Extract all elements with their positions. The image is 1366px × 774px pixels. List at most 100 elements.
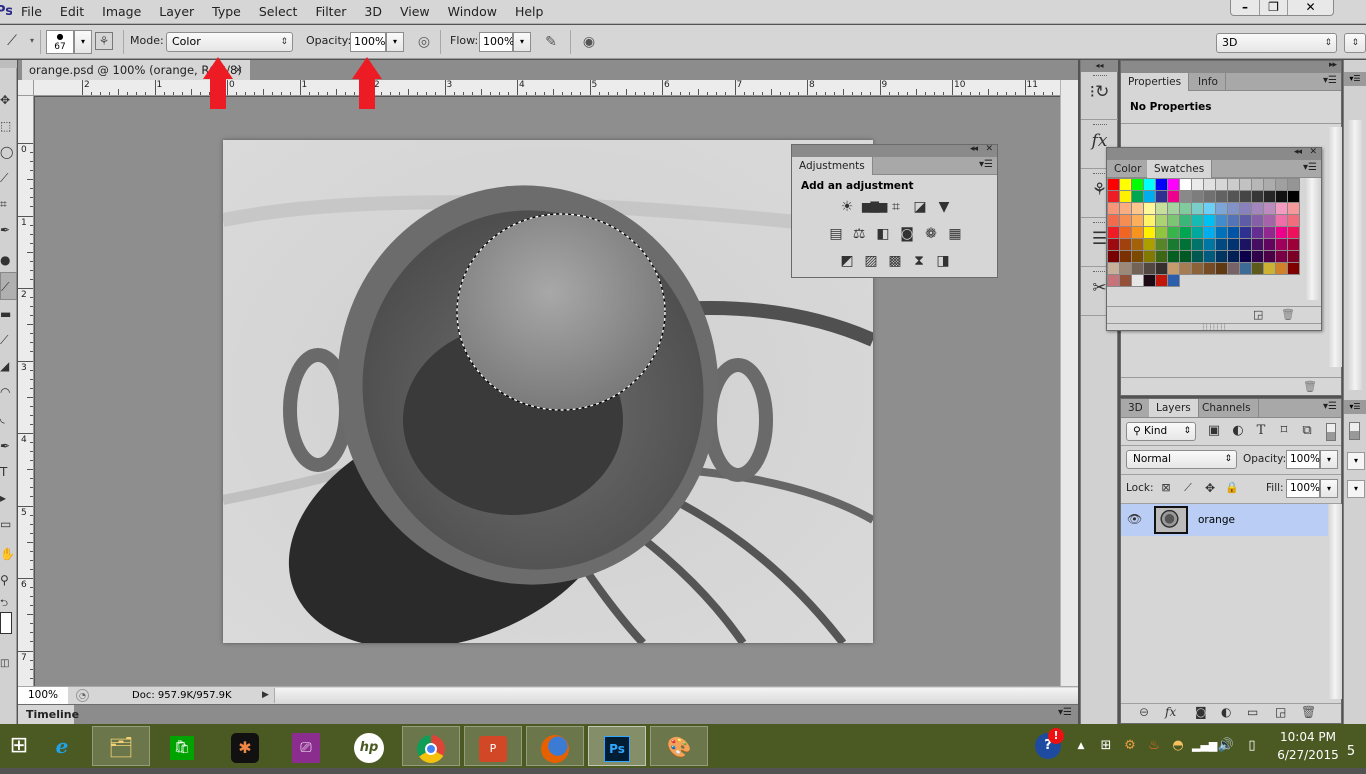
- new-adjustment-layer-icon[interactable]: ◐: [1221, 705, 1231, 719]
- expand-panel-icon[interactable]: ▸▸: [1329, 60, 1337, 70]
- color-swatch[interactable]: [1132, 191, 1144, 203]
- hand-tool[interactable]: ✋: [0, 540, 17, 568]
- color-swatch[interactable]: [1180, 251, 1192, 263]
- exposure-icon[interactable]: ◪: [911, 198, 929, 216]
- menu-type[interactable]: Type: [203, 0, 250, 24]
- color-swatch[interactable]: [1228, 251, 1240, 263]
- vibrance-icon[interactable]: ▼: [935, 198, 953, 216]
- fill-dropdown[interactable]: ▾: [1320, 479, 1338, 498]
- dock-dropdown[interactable]: ▾: [1347, 452, 1365, 470]
- document-canvas-image[interactable]: [223, 140, 873, 643]
- color-swatch[interactable]: [1264, 251, 1276, 263]
- panel-resize-grip[interactable]: ┆┆┆┆┆┆┆: [1107, 323, 1321, 331]
- ruler-origin[interactable]: [18, 80, 34, 96]
- color-swatch[interactable]: [1120, 239, 1132, 251]
- tab-info[interactable]: Info: [1191, 73, 1226, 91]
- color-swatch[interactable]: [1120, 203, 1132, 215]
- color-swatch[interactable]: [1216, 191, 1228, 203]
- color-swatch[interactable]: [1216, 239, 1228, 251]
- color-swatch[interactable]: [1240, 263, 1252, 275]
- color-swatch[interactable]: [1276, 215, 1288, 227]
- color-swatch[interactable]: [1288, 191, 1300, 203]
- color-swatch[interactable]: [1120, 275, 1132, 287]
- color-swatch[interactable]: [1180, 239, 1192, 251]
- color-swatch[interactable]: [1108, 191, 1120, 203]
- color-swatch[interactable]: [1192, 239, 1204, 251]
- photo-filter-icon[interactable]: ◙: [898, 225, 916, 243]
- color-swatch[interactable]: [1240, 251, 1252, 263]
- airbrush-icon[interactable]: ✎: [541, 32, 561, 52]
- color-swatch[interactable]: [1132, 227, 1144, 239]
- color-swatch[interactable]: [1108, 239, 1120, 251]
- pen-tool[interactable]: ✒: [0, 432, 17, 460]
- color-swatch[interactable]: [1144, 251, 1156, 263]
- color-swatch[interactable]: [1240, 203, 1252, 215]
- hue-saturation-icon[interactable]: ▤: [827, 225, 845, 243]
- menu-select[interactable]: Select: [250, 0, 307, 24]
- color-swatch[interactable]: [1120, 215, 1132, 227]
- lock-image-icon[interactable]: ⟋: [1180, 480, 1196, 496]
- file-explorer-icon[interactable]: 🗂: [92, 726, 150, 766]
- java-update-icon[interactable]: ♨: [1144, 724, 1164, 768]
- tool-preset-dropdown[interactable]: ▾: [22, 31, 42, 51]
- panel-menu-icon[interactable]: ▾☰: [979, 159, 993, 170]
- vertical-scrollbar[interactable]: [1060, 80, 1078, 686]
- pressure-opacity-icon[interactable]: ◎: [414, 32, 434, 52]
- new-group-folder-icon[interactable]: ▭: [1247, 705, 1258, 719]
- color-swatch[interactable]: [1228, 203, 1240, 215]
- color-swatch[interactable]: [1216, 179, 1228, 191]
- color-swatch[interactable]: [1264, 227, 1276, 239]
- show-hidden-icons-chevron[interactable]: ▲: [1074, 724, 1088, 768]
- black-white-icon[interactable]: ◧: [874, 225, 892, 243]
- color-swatch[interactable]: [1132, 263, 1144, 275]
- color-swatch[interactable]: [1144, 179, 1156, 191]
- tab-adjustments[interactable]: Adjustments: [792, 157, 873, 175]
- brush-tool-active[interactable]: ⟋: [0, 272, 17, 300]
- color-swatch[interactable]: [1144, 263, 1156, 275]
- color-swatch[interactable]: [1228, 263, 1240, 275]
- tab-color[interactable]: Color: [1107, 160, 1150, 178]
- color-swatch[interactable]: [1252, 239, 1264, 251]
- color-swatch[interactable]: [1204, 263, 1216, 275]
- system-clock[interactable]: 10:04 PM 6/27/2015: [1276, 728, 1340, 764]
- color-swatch[interactable]: [1204, 239, 1216, 251]
- color-swatch[interactable]: [1264, 191, 1276, 203]
- layer-opacity-dropdown[interactable]: ▾: [1320, 450, 1338, 469]
- dock-dropdown[interactable]: ▾: [1347, 480, 1365, 498]
- panel-grip[interactable]: [0, 60, 17, 68]
- foreground-color-swatch[interactable]: [0, 612, 12, 634]
- color-swatch[interactable]: [1276, 227, 1288, 239]
- pressure-size-icon[interactable]: ◉: [579, 32, 599, 52]
- color-swatch[interactable]: [1156, 263, 1168, 275]
- color-swatch[interactable]: [1144, 227, 1156, 239]
- color-swatch[interactable]: [1168, 215, 1180, 227]
- color-balance-icon[interactable]: ⚖: [850, 225, 868, 243]
- color-swatch[interactable]: [1168, 263, 1180, 275]
- horizontal-ruler[interactable]: 2 1 0 1 2 3 4 5 6 7 8 9 10 11: [34, 80, 1060, 96]
- color-swatch[interactable]: [1132, 239, 1144, 251]
- color-swatch[interactable]: [1240, 215, 1252, 227]
- color-swatch[interactable]: [1192, 215, 1204, 227]
- color-swatch[interactable]: [1204, 251, 1216, 263]
- panel-menu-icon[interactable]: ▾☰: [1303, 162, 1317, 173]
- battery-icon[interactable]: ▯: [1242, 724, 1262, 768]
- color-swatch[interactable]: [1276, 179, 1288, 191]
- network-disabled-icon[interactable]: ⚙: [1120, 724, 1140, 768]
- filter-toggle[interactable]: [1326, 423, 1336, 441]
- chrome-icon[interactable]: [402, 726, 460, 766]
- filter-smart-object-icon[interactable]: ⧉: [1299, 423, 1315, 439]
- eraser-tool[interactable]: ◢: [0, 352, 17, 380]
- firefox-icon[interactable]: [526, 726, 584, 766]
- panel-menu-icon[interactable]: ▾☰: [1323, 401, 1337, 412]
- color-swatch[interactable]: [1240, 239, 1252, 251]
- lock-all-icon[interactable]: 🔒: [1224, 480, 1240, 496]
- opacity-dropdown[interactable]: ▾: [386, 32, 404, 52]
- delete-layer-trash-icon[interactable]: 🗑: [1301, 705, 1316, 719]
- opacity-input[interactable]: 100%: [350, 32, 386, 52]
- gradient-tool[interactable]: ◠: [0, 378, 17, 406]
- color-swatch[interactable]: [1168, 191, 1180, 203]
- link-layers-icon[interactable]: ⊖: [1139, 705, 1149, 719]
- lock-transparent-icon[interactable]: ⊠: [1158, 480, 1174, 496]
- close-panel-icon[interactable]: ✕: [1309, 147, 1316, 157]
- color-swatch[interactable]: [1108, 263, 1120, 275]
